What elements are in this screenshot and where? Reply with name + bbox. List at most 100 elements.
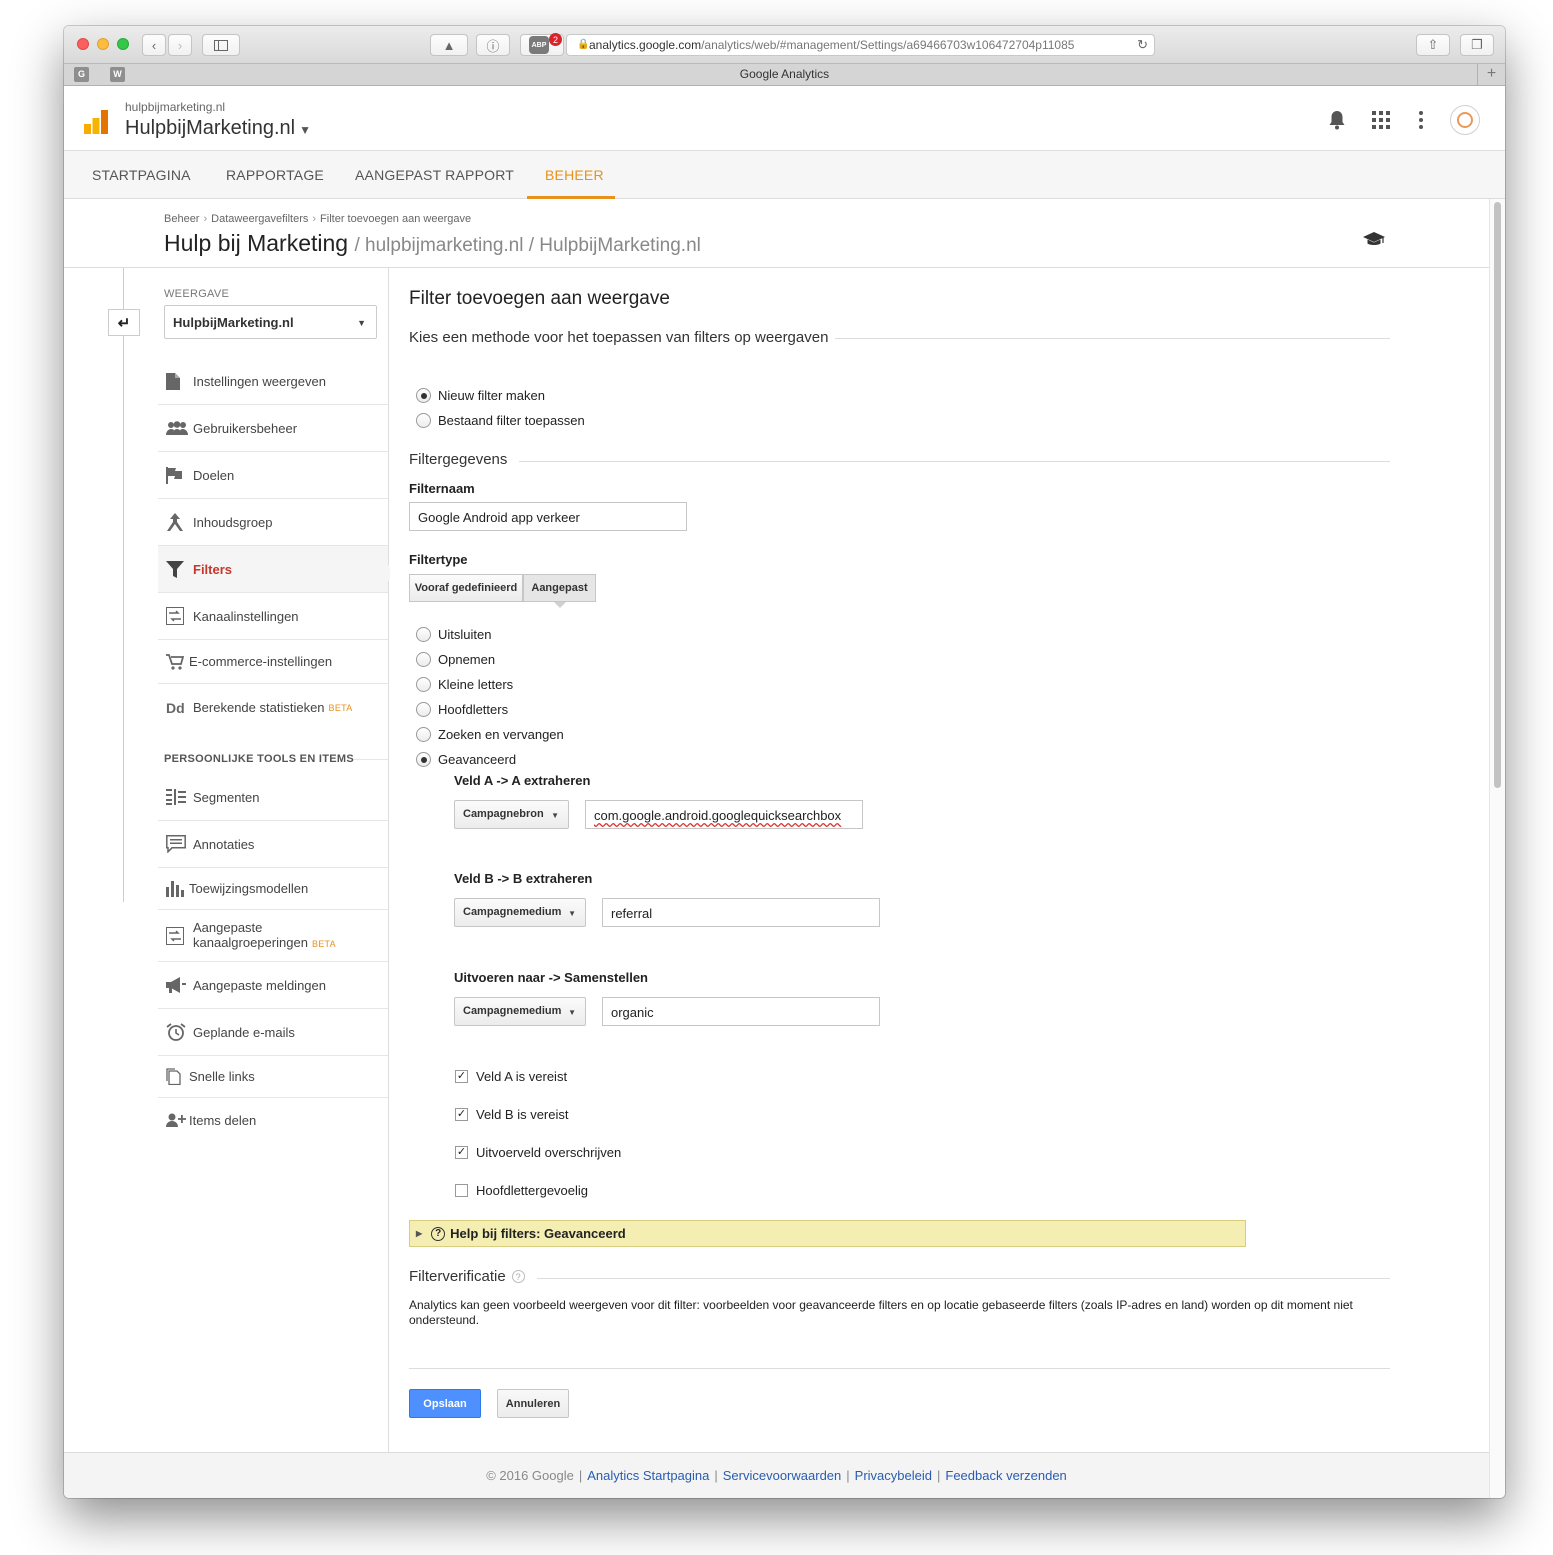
radio-button[interactable] (416, 677, 431, 692)
favicon-w[interactable]: W (110, 67, 125, 82)
save-button[interactable]: Opslaan (409, 1389, 481, 1418)
sidebar-item-inhoudsgroep[interactable]: Inhoudsgroep (158, 499, 388, 546)
radio-bestaand-filter[interactable]: Bestaand filter toepassen (416, 413, 585, 428)
radio-button[interactable] (416, 413, 431, 428)
checkbox[interactable] (455, 1184, 468, 1197)
radio-zoeken-vervangen[interactable]: Zoeken en vervangen (416, 727, 564, 742)
account-view-selector[interactable]: HulpbijMarketing.nl ▼ (125, 117, 311, 140)
output-input[interactable]: organic (602, 997, 880, 1026)
field-a-input-value: com.google.android.googlequicksearchbox (594, 808, 842, 823)
view-selector[interactable]: HulpbijMarketing.nl ▼ (164, 305, 377, 339)
more-vert-icon[interactable] (1410, 109, 1432, 131)
radio-button[interactable] (416, 702, 431, 717)
maximize-window-button[interactable] (117, 38, 129, 50)
favicon-g[interactable]: G (74, 67, 89, 82)
tab-beheer[interactable]: BEHEER (527, 151, 615, 199)
sidebar-item-segmenten[interactable]: Segmenten (158, 774, 388, 821)
output-select[interactable]: Campagnemedium ▼ (454, 997, 586, 1026)
tab-aangepast-rapport[interactable]: AANGEPAST RAPPORT (355, 151, 514, 199)
sidebar-item-annotaties[interactable]: Annotaties (158, 821, 388, 868)
caret-down-icon: ▼ (551, 811, 559, 820)
share-icon[interactable]: ⇧ (1416, 34, 1450, 56)
ga-header: hulpbijmarketing.nl HulpbijMarketing.nl ▼ (64, 86, 1505, 151)
sidebar-item-label: Gebruikersbeheer (193, 420, 298, 436)
filter-type-custom-button[interactable]: Aangepast (523, 574, 596, 602)
sidebar-item-instellingen[interactable]: Instellingen weergeven (158, 358, 388, 405)
check-uitvoerveld-overschrijven[interactable]: ✓ Uitvoerveld overschrijven (455, 1145, 621, 1160)
radio-uitsluiten[interactable]: Uitsluiten (416, 627, 491, 642)
address-bar[interactable]: 🔒 analytics.google.com/analytics/web/#ma… (566, 34, 1155, 56)
filter-name-input[interactable]: Google Android app verkeer (409, 502, 687, 531)
sidebar-item-kanaalinstellingen[interactable]: Kanaalinstellingen (158, 593, 388, 640)
sidebar-item-gebruikersbeheer[interactable]: Gebruikersbeheer (158, 405, 388, 452)
analytics-logo-icon[interactable] (84, 110, 108, 134)
radio-button[interactable] (416, 652, 431, 667)
check-veld-a-vereist[interactable]: ✓ Veld A is vereist (455, 1069, 567, 1084)
sidebar-item-label: Aangepaste kanaalgroeperingen BETA (193, 920, 336, 952)
extension-shield-icon[interactable]: ▲ (430, 34, 468, 56)
radio-button[interactable] (416, 752, 431, 767)
sidebar-item-filters[interactable]: Filters (158, 546, 388, 593)
footer-link-servicevoorwaarden[interactable]: Servicevoorwaarden (723, 1468, 842, 1483)
bell-icon[interactable] (1326, 109, 1348, 131)
cancel-button[interactable]: Annuleren (497, 1389, 569, 1418)
field-b-input[interactable]: referral (602, 898, 880, 927)
radio-button[interactable] (416, 388, 431, 403)
minimize-window-button[interactable] (97, 38, 109, 50)
footer-copyright: © 2016 Google (486, 1468, 574, 1483)
radio-kleine-letters[interactable]: Kleine letters (416, 677, 513, 692)
tabs-overview-icon[interactable]: ❐ (1460, 34, 1494, 56)
radio-geavanceerd[interactable]: Geavanceerd (416, 752, 516, 767)
footer-link-startpagina[interactable]: Analytics Startpagina (587, 1468, 709, 1483)
breadcrumb-current: Filter toevoegen aan weergave (320, 213, 472, 225)
avatar[interactable] (1450, 105, 1480, 135)
field-a-select[interactable]: Campagnebron ▼ (454, 800, 569, 829)
radio-button[interactable] (416, 727, 431, 742)
tab-startpagina[interactable]: STARTPAGINA (92, 151, 191, 199)
radio-button[interactable] (416, 627, 431, 642)
legend-divider (835, 338, 1390, 339)
reload-icon[interactable]: ↻ (1137, 37, 1148, 53)
help-circle-icon[interactable]: ? (511, 1270, 525, 1283)
sidebar-item-toewijzingsmodellen[interactable]: Toewijzingsmodellen (158, 868, 388, 910)
sidebar-item-berekende-statistieken[interactable]: Dd Berekende statistieken BETA (158, 684, 388, 731)
sidebar-item-ecommerce[interactable]: E-commerce-instellingen (158, 640, 388, 684)
graduation-cap-icon[interactable] (1363, 232, 1385, 248)
beta-badge: BETA (311, 938, 336, 949)
forward-arrow-icon[interactable]: › (168, 34, 192, 56)
field-b-select[interactable]: Campagnemedium ▼ (454, 898, 586, 927)
checkbox[interactable]: ✓ (455, 1070, 468, 1083)
check-veld-b-vereist[interactable]: ✓ Veld B is vereist (455, 1107, 569, 1122)
new-tab-icon[interactable]: + (1477, 64, 1505, 85)
checkbox[interactable]: ✓ (455, 1146, 468, 1159)
breadcrumb-dataweergavefilters[interactable]: Dataweergavefilters (211, 213, 308, 225)
footer-link-feedback[interactable]: Feedback verzenden (945, 1468, 1066, 1483)
tab-rapportage[interactable]: RAPPORTAGE (226, 151, 324, 199)
radio-nieuw-filter[interactable]: Nieuw filter maken (416, 388, 545, 403)
field-a-input[interactable]: com.google.android.googlequicksearchbox (585, 800, 863, 829)
account-property-name[interactable]: hulpbijmarketing.nl (125, 100, 225, 114)
close-window-button[interactable] (77, 38, 89, 50)
radio-hoofdletters[interactable]: Hoofdletters (416, 702, 508, 717)
help-filters-toggle[interactable]: ▶ ? Help bij filters: Geavanceerd (409, 1220, 1246, 1247)
breadcrumb-beheer[interactable]: Beheer (164, 213, 199, 225)
footer-link-privacybeleid[interactable]: Privacybeleid (855, 1468, 932, 1483)
sidebar-item-snelle-links[interactable]: Snelle links (158, 1056, 388, 1098)
sidebar-item-geplande-emails[interactable]: Geplande e-mails (158, 1009, 388, 1056)
radio-opnemen[interactable]: Opnemen (416, 652, 495, 667)
sidebar-item-items-delen[interactable]: Items delen (158, 1098, 388, 1142)
scrollbar-thumb[interactable] (1494, 202, 1501, 788)
checkbox[interactable]: ✓ (455, 1108, 468, 1121)
checkbox-label: Hoofdlettergevoelig (476, 1183, 589, 1198)
filter-type-predefined-button[interactable]: Vooraf gedefinieerd (409, 574, 523, 602)
sidebar-toggle-icon[interactable] (202, 34, 240, 56)
apps-grid-icon[interactable] (1370, 109, 1392, 131)
sidebar-item-aangepaste-meldingen[interactable]: Aangepaste meldingen (158, 962, 388, 1009)
check-hoofdlettergevoelig[interactable]: Hoofdlettergevoelig (455, 1183, 588, 1198)
sidebar-item-doelen[interactable]: Doelen (158, 452, 388, 499)
back-arrow-icon[interactable]: ‹ (142, 34, 166, 56)
extension-info-icon[interactable]: ⓘ (476, 34, 510, 56)
tab-title[interactable]: Google Analytics (740, 67, 829, 81)
sidebar-item-aangepaste-kanaalgroeperingen[interactable]: Aangepaste kanaalgroeperingen BETA (158, 910, 388, 962)
back-button[interactable]: ↵ (108, 309, 140, 336)
